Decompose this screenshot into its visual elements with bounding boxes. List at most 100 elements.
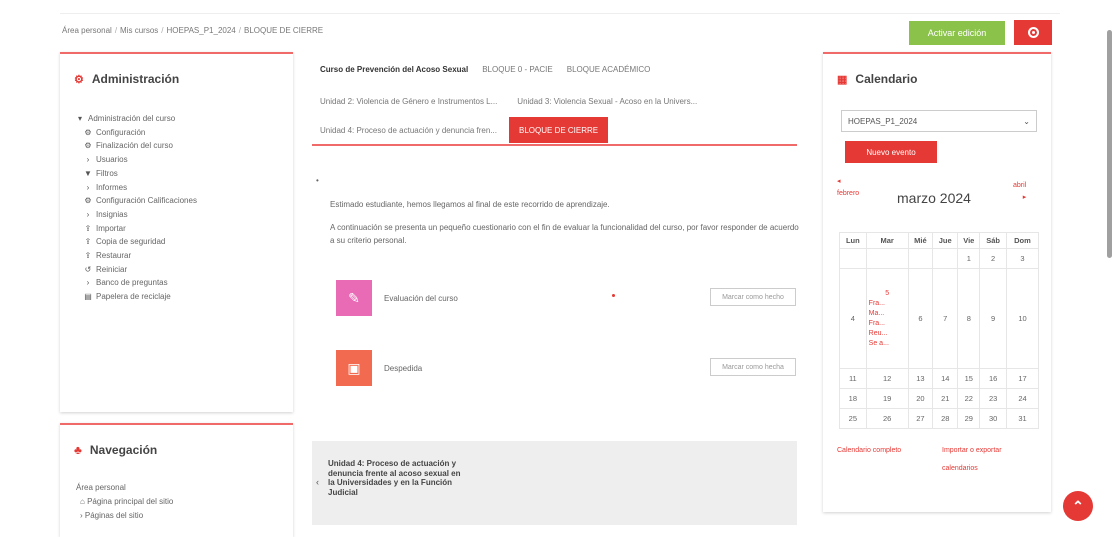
admin-item-import[interactable]: ⇪ Importar	[76, 222, 197, 236]
admin-item-backup[interactable]: ⇪ Copia de seguridad	[76, 235, 197, 249]
nav-item-dashboard[interactable]: Área personal	[76, 481, 173, 495]
mark-done-button[interactable]: Marcar como hecha	[710, 358, 796, 376]
admin-item-recycle-bin[interactable]: ▤ Papelera de reciclaje	[76, 290, 197, 304]
calendar-week: 11 12 13 14 15 16 17	[839, 368, 1040, 389]
calendar-day[interactable]: 7	[932, 268, 959, 369]
event-link[interactable]: Ma...	[867, 309, 908, 319]
calendar-day[interactable]: 25	[839, 408, 867, 429]
admin-item-label: Reiniciar	[96, 264, 128, 274]
course-content: Curso de Prevención del Acoso Sexual BLO…	[312, 52, 797, 146]
tab-course[interactable]: Curso de Prevención del Acoso Sexual	[320, 65, 468, 74]
calendar-day[interactable]: 17	[1005, 368, 1040, 389]
calendar-day[interactable]: 29	[957, 408, 981, 429]
admin-item-question-bank[interactable]: › Banco de preguntas	[76, 276, 197, 290]
admin-item-filters[interactable]: ▼ Filtros	[76, 167, 197, 181]
edit-mode-button[interactable]: Activar edición	[909, 21, 1005, 45]
unit-tabs-row: Unidad 2: Violencia de Género e Instrume…	[312, 86, 797, 116]
tab-unit-2[interactable]: Unidad 2: Violencia de Género e Instrume…	[320, 97, 497, 106]
event-link[interactable]: Reu...	[867, 329, 908, 339]
calendar-day[interactable]: 16	[979, 368, 1007, 389]
event-link[interactable]: Fra...	[867, 299, 908, 309]
tab-bloque-0[interactable]: BLOQUE 0 - PACIE	[482, 65, 553, 74]
dot-icon: •	[316, 176, 319, 185]
admin-item-badges[interactable]: › Insignias	[76, 208, 197, 222]
breadcrumb-item[interactable]: Mis cursos	[120, 26, 158, 35]
chevron-left-icon: ‹	[316, 477, 319, 487]
calendar-day[interactable]: 18	[839, 388, 867, 409]
calendar-day[interactable]: 22	[957, 388, 981, 409]
calendar-day[interactable]: 20	[907, 388, 934, 409]
tab-unit-4[interactable]: Unidad 4: Proceso de actuación y denunci…	[320, 126, 497, 135]
calendar-day[interactable]: 15	[957, 368, 981, 389]
breadcrumb-item[interactable]: HOEPAS_P1_2024	[167, 26, 236, 35]
calendar-day[interactable]: 31	[1005, 408, 1040, 429]
prev-month-link[interactable]: ◂ febrero	[837, 176, 859, 200]
event-link[interactable]: Fra...	[867, 319, 908, 329]
import-export-link[interactable]: Importar o exportar calendarios	[942, 442, 1037, 478]
calendar-day[interactable]: 9	[979, 268, 1007, 369]
weekday: Dom	[1005, 232, 1040, 249]
calendar-day[interactable]: 27	[907, 408, 934, 429]
chevron-down-icon: ⌄	[1023, 116, 1030, 126]
calendar-day[interactable]: 19	[865, 388, 909, 409]
admin-item-completion[interactable]: ⚙ Finalización del curso	[76, 139, 197, 153]
admin-item-users[interactable]: › Usuarios	[76, 153, 197, 167]
calendar-day[interactable]: 8	[957, 268, 981, 369]
calendar-day[interactable]: 30	[979, 408, 1007, 429]
calendar-day[interactable]: 4	[839, 268, 867, 369]
admin-item-reset[interactable]: ↺ Reiniciar	[76, 263, 197, 277]
breadcrumb-item[interactable]: BLOQUE DE CIERRE	[244, 26, 323, 35]
course-select[interactable]: HOEPAS_P1_2024 ⌄	[841, 110, 1037, 132]
tab-bloque-cierre[interactable]: BLOQUE DE CIERRE	[509, 117, 609, 143]
calendar-day[interactable]: 13	[907, 368, 934, 389]
calendar-day[interactable]: 24	[1005, 388, 1040, 409]
upload-icon: ⇪	[84, 223, 92, 233]
calendar-day[interactable]: 14	[932, 368, 959, 389]
nav-item-site-home[interactable]: ⌂ Página principal del sitio	[76, 495, 173, 509]
calendar-day[interactable]: 6	[907, 268, 934, 369]
activity-name[interactable]: Despedida	[384, 364, 422, 373]
weekday: Jue	[932, 232, 959, 249]
tree-node-course-admin[interactable]: ▾ Administración del curso	[76, 112, 197, 126]
calendar-week: 18 19 20 21 22 23 24	[839, 388, 1040, 409]
course-select-value: HOEPAS_P1_2024	[848, 116, 918, 126]
course-select-box[interactable]: HOEPAS_P1_2024 ⌄	[841, 110, 1037, 132]
calendar-day[interactable]: 11	[839, 368, 867, 389]
tab-unit-3[interactable]: Unidad 3: Violencia Sexual - Acoso en la…	[517, 97, 697, 106]
calendar-day[interactable]: 12	[865, 368, 909, 389]
new-event-button[interactable]: Nuevo evento	[845, 141, 937, 163]
chevron-up-icon: ⌃	[1072, 497, 1084, 514]
admin-item-grades-settings[interactable]: ⚙ Configuración Calificaciones	[76, 194, 197, 208]
previous-section-link[interactable]: ‹ Unidad 4: Proceso de actuación y denun…	[312, 441, 797, 525]
prev-month-label: febrero	[837, 190, 860, 197]
full-calendar-link[interactable]: Calendario completo	[837, 442, 907, 478]
next-month-link[interactable]: abril ▸	[1013, 180, 1026, 204]
back-to-top-button[interactable]: ⌃	[1063, 491, 1093, 521]
calendar-day[interactable]: 2	[979, 248, 1007, 269]
calendar-day[interactable]: 21	[932, 388, 959, 409]
section-collapse-marker[interactable]: •	[316, 174, 326, 187]
nav-item-site-pages[interactable]: › Páginas del sitio	[76, 509, 173, 523]
administration-block: ⚙ Administración ▾ Administración del cu…	[60, 52, 293, 412]
calendar-day[interactable]: 3	[1005, 248, 1040, 269]
event-link[interactable]: Se a...	[867, 339, 908, 349]
calendar-day[interactable]: 23	[979, 388, 1007, 409]
calendar-day[interactable]: 28	[932, 408, 959, 429]
tab-bloque-academico[interactable]: BLOQUE ACADÉMICO	[567, 65, 651, 74]
activity-name[interactable]: Evaluación del curso	[384, 294, 458, 303]
admin-item-settings[interactable]: ⚙ Configuración	[76, 126, 197, 140]
activity-evaluation[interactable]: ✎ Evaluación del curso Marcar como hecho	[336, 277, 796, 319]
calendar-links: Calendario completo Importar o exportar …	[837, 442, 1037, 478]
calendar-day-with-events[interactable]: 5 Fra... Ma... Fra... Reu... Se a...	[865, 268, 909, 369]
settings-button[interactable]	[1014, 20, 1052, 45]
calendar-day[interactable]: 26	[865, 408, 909, 429]
admin-item-reports[interactable]: › Informes	[76, 181, 197, 195]
admin-item-restore[interactable]: ⇪ Restaurar	[76, 249, 197, 263]
mark-done-button[interactable]: Marcar como hecho	[710, 288, 796, 306]
activity-farewell[interactable]: ▣ Despedida Marcar como hecha	[336, 347, 796, 389]
scrollbar-thumb[interactable]	[1107, 30, 1112, 258]
breadcrumb-item[interactable]: Área personal	[62, 26, 112, 35]
gear-icon	[1027, 27, 1039, 38]
calendar-day[interactable]: 1	[957, 248, 981, 269]
calendar-day[interactable]: 10	[1005, 268, 1040, 369]
